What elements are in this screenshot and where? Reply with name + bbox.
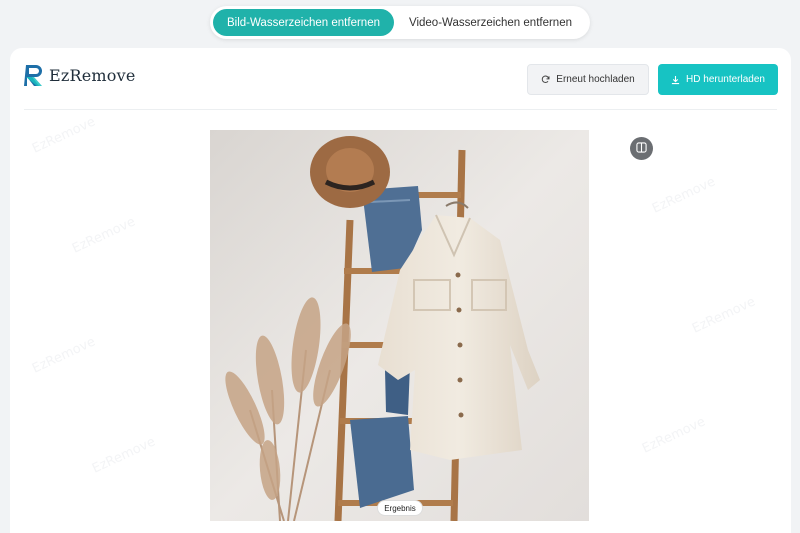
download-icon (671, 75, 680, 85)
background-watermark: EzRemove (70, 214, 138, 257)
download-label: HD herunterladen (686, 74, 765, 85)
background-watermark: EzRemove (30, 334, 98, 377)
app-logo[interactable]: EzRemove (24, 63, 136, 87)
background-watermark: EzRemove (640, 414, 708, 457)
reupload-button[interactable]: Erneut hochladen (527, 64, 649, 95)
editor-header: EzRemove Erneut hochladen HD herunterlad… (24, 48, 778, 110)
reupload-label: Erneut hochladen (556, 74, 635, 85)
compare-toggle-button[interactable] (630, 137, 653, 160)
logo-icon (24, 65, 42, 86)
tab-video-watermark[interactable]: Video-Wasserzeichen entfernen (394, 9, 587, 36)
background-watermark: EzRemove (90, 434, 158, 477)
mode-tab-switch: Bild-Wasserzeichen entfernen Video-Wasse… (210, 6, 590, 39)
background-watermark: EzRemove (650, 174, 718, 217)
hd-download-button[interactable]: HD herunterladen (658, 64, 778, 95)
editor-card: EzRemove EzRemove EzRemove EzRemove EzRe… (10, 48, 791, 533)
logo-wordmark: EzRemove (49, 65, 136, 85)
tab-image-watermark[interactable]: Bild-Wasserzeichen entfernen (213, 9, 394, 36)
result-image (210, 130, 589, 521)
background-watermark: EzRemove (30, 114, 98, 157)
refresh-icon (541, 75, 550, 84)
compare-icon (636, 140, 647, 158)
result-badge: Ergebnis (377, 500, 423, 516)
background-watermark: EzRemove (690, 294, 758, 337)
